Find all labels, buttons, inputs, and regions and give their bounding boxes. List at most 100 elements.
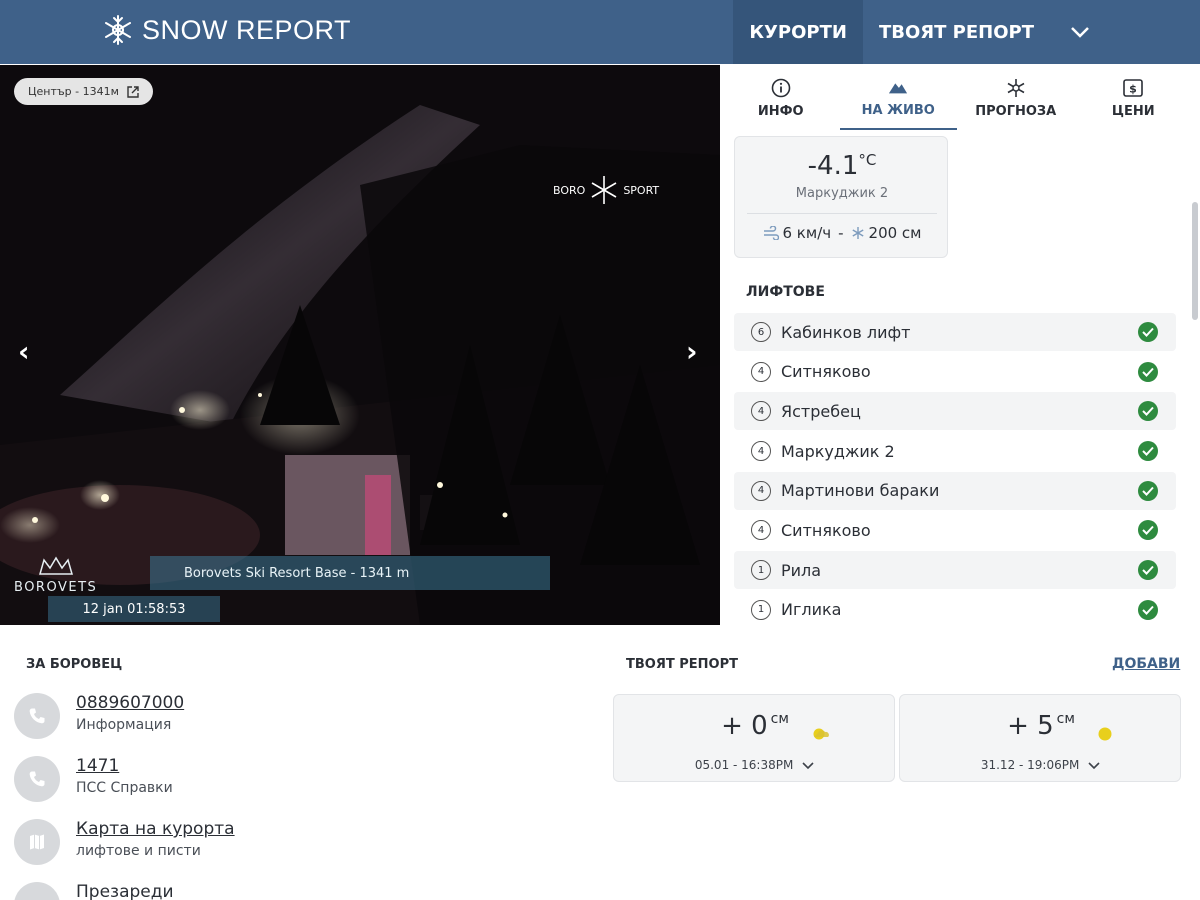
snow-depth-icon: [851, 227, 864, 239]
contact-item: 1471 ПСС Справки: [14, 756, 173, 802]
report-amount: + 0: [721, 711, 768, 741]
report-snow-value: + 0 см: [614, 711, 896, 741]
weather-station: Маркуджик 2: [795, 186, 889, 201]
temperature-unit: °C: [858, 151, 877, 169]
tab-info-label: ИНФО: [757, 103, 804, 119]
add-report-link[interactable]: ДОБАВИ: [1112, 656, 1180, 672]
webcam-location-label: Център - 1341м: [28, 85, 119, 98]
lift-name: Рила: [781, 560, 822, 580]
lift-row[interactable]: 4 Ситняково: [734, 353, 1176, 391]
contact-label: Информация: [76, 717, 172, 733]
borosport-watermark: BORO SPORT: [553, 175, 659, 205]
tab-live-label: НА ЖИВО: [861, 102, 935, 118]
lifts-title: ЛИФТОВЕ: [746, 284, 825, 300]
report-card[interactable]: + 5 см 31.12 - 19:06PM: [899, 694, 1181, 782]
brand-logo[interactable]: SNOW REPORT: [102, 14, 351, 46]
report-date-text: 31.12 - 19:06PM: [980, 758, 1080, 772]
webcam-location-badge[interactable]: Център - 1341м: [14, 78, 153, 105]
nav-your-report[interactable]: ТВОЯТ РЕПОРТ: [863, 0, 1050, 64]
tab-prices[interactable]: $ ЦЕНИ: [1075, 66, 1193, 130]
contact-item: 0889607000 Информация: [14, 693, 184, 739]
watermark-right-text: SPORT: [623, 183, 660, 197]
contact-phone-info-link[interactable]: 0889607000: [76, 693, 184, 713]
tab-live[interactable]: НА ЖИВО: [839, 66, 957, 130]
webcam-timestamp: 12 jan 01:58:53: [48, 596, 220, 622]
contact-text: Презареди: [76, 882, 174, 900]
sun-cloud-icon: [813, 728, 829, 740]
svg-text:$: $: [1129, 82, 1137, 95]
lift-row[interactable]: 4 Мартинови бараки: [734, 471, 1176, 510]
lift-row[interactable]: 4 Маркуджик 2: [734, 432, 1176, 470]
chevron-down-icon[interactable]: [1087, 761, 1101, 771]
lift-seats-badge: 1: [751, 560, 771, 581]
nav-resorts[interactable]: КУРОРТИ: [733, 0, 863, 64]
lift-seats-badge: 4: [751, 441, 771, 462]
tab-forecast[interactable]: ПРОГНОЗА: [957, 66, 1075, 130]
brand-name: SNOW REPORT: [142, 14, 352, 45]
lift-open-check-icon: [1138, 560, 1158, 581]
tab-prices-label: ЦЕНИ: [1111, 103, 1155, 119]
lift-row[interactable]: 1 Рила: [734, 551, 1176, 590]
report-card[interactable]: + 0 см 05.01 - 16:38PM: [613, 694, 895, 782]
price-icon: $: [1123, 78, 1144, 98]
snowflake-icon: [1006, 78, 1026, 98]
wind-speed: 6 км/ч: [782, 224, 832, 242]
lift-row[interactable]: 4 Ястребец: [734, 392, 1176, 431]
snow-depth: 200 см: [868, 224, 922, 242]
webcam-next-arrow[interactable]: ›: [686, 335, 698, 368]
report-unit: см: [1056, 711, 1075, 727]
resort-tabs: ИНФО НА ЖИВО ПРОГНОЗА $ ЦЕНИ: [722, 66, 1192, 130]
lift-open-check-icon: [1138, 480, 1158, 501]
report-amount: + 5: [1007, 711, 1054, 741]
temperature-value: -4.1°C: [735, 151, 949, 181]
lift-open-check-icon: [1138, 361, 1158, 382]
webcam-scene: [0, 65, 720, 625]
lift-row[interactable]: 1 Иглика: [734, 591, 1176, 629]
weather-meta: 6 км/ч - 200 см: [735, 224, 949, 242]
contact-phone-mountain-rescue-link[interactable]: 1471: [76, 756, 173, 776]
lift-name: Маркуджик 2: [781, 441, 895, 461]
watermark-left-text: BORO: [553, 183, 586, 197]
contact-label: лифтове и писти: [76, 843, 201, 859]
chevron-down-icon[interactable]: [801, 761, 815, 771]
main-nav: КУРОРТИ ТВОЯТ РЕПОРТ: [733, 0, 1200, 64]
lift-open-check-icon: [1138, 520, 1158, 541]
lift-seats-badge: 1: [751, 599, 771, 620]
borovets-logo: BOROVETS: [14, 556, 97, 595]
chevron-down-icon: [1071, 27, 1089, 38]
tab-info[interactable]: ИНФО: [722, 66, 840, 130]
lift-open-check-icon: [1138, 401, 1158, 422]
resort-map-link[interactable]: Карта на курорта: [76, 819, 235, 839]
about-title: ЗА БОРОВЕЦ: [26, 657, 123, 672]
info-icon: [771, 78, 791, 98]
map-icon: [14, 819, 60, 865]
lift-open-check-icon: [1138, 599, 1158, 620]
lift-row[interactable]: 4 Ситняково: [734, 511, 1176, 549]
lift-name: Иглика: [781, 600, 842, 620]
panel-scrollbar-thumb[interactable]: [1192, 202, 1198, 320]
lift-name: Ситняково: [781, 520, 871, 540]
external-link-icon: [127, 85, 139, 98]
report-date: 31.12 - 19:06PM: [900, 758, 1182, 772]
webcam-prev-arrow[interactable]: ‹: [18, 335, 30, 368]
panel-scrollbar-track: [1190, 66, 1200, 626]
nav-more-chevron[interactable]: [1050, 0, 1110, 64]
lift-seats-badge: 4: [751, 480, 771, 501]
snowflake-logo-icon: [105, 15, 131, 45]
weather-card: -4.1°C Маркуджик 2 6 км/ч - 200 см: [734, 136, 948, 258]
weather-divider: [747, 213, 937, 214]
contact-item: Карта на курорта лифтове и писти: [14, 819, 235, 865]
phone-icon: [14, 693, 60, 739]
contact-label: ПСС Справки: [76, 780, 173, 796]
reload-link[interactable]: Презареди: [76, 882, 174, 900]
webcam-image[interactable]: Център - 1341м BORO SPORT ‹ › Borovets S…: [0, 65, 720, 625]
borovets-logo-text: BOROVETS: [14, 580, 98, 595]
lift-seats-badge: 4: [751, 361, 771, 382]
lift-row[interactable]: 6 Кабинков лифт: [734, 313, 1176, 351]
borovets-crown-icon: [38, 556, 73, 575]
sun-icon: [1098, 727, 1112, 741]
contact-text: 0889607000 Информация: [76, 693, 184, 733]
your-report-title: ТВОЯТ РЕПОРТ: [626, 657, 738, 672]
contact-text: 1471 ПСС Справки: [76, 756, 173, 796]
snowflake-watermark-icon: [591, 176, 617, 204]
